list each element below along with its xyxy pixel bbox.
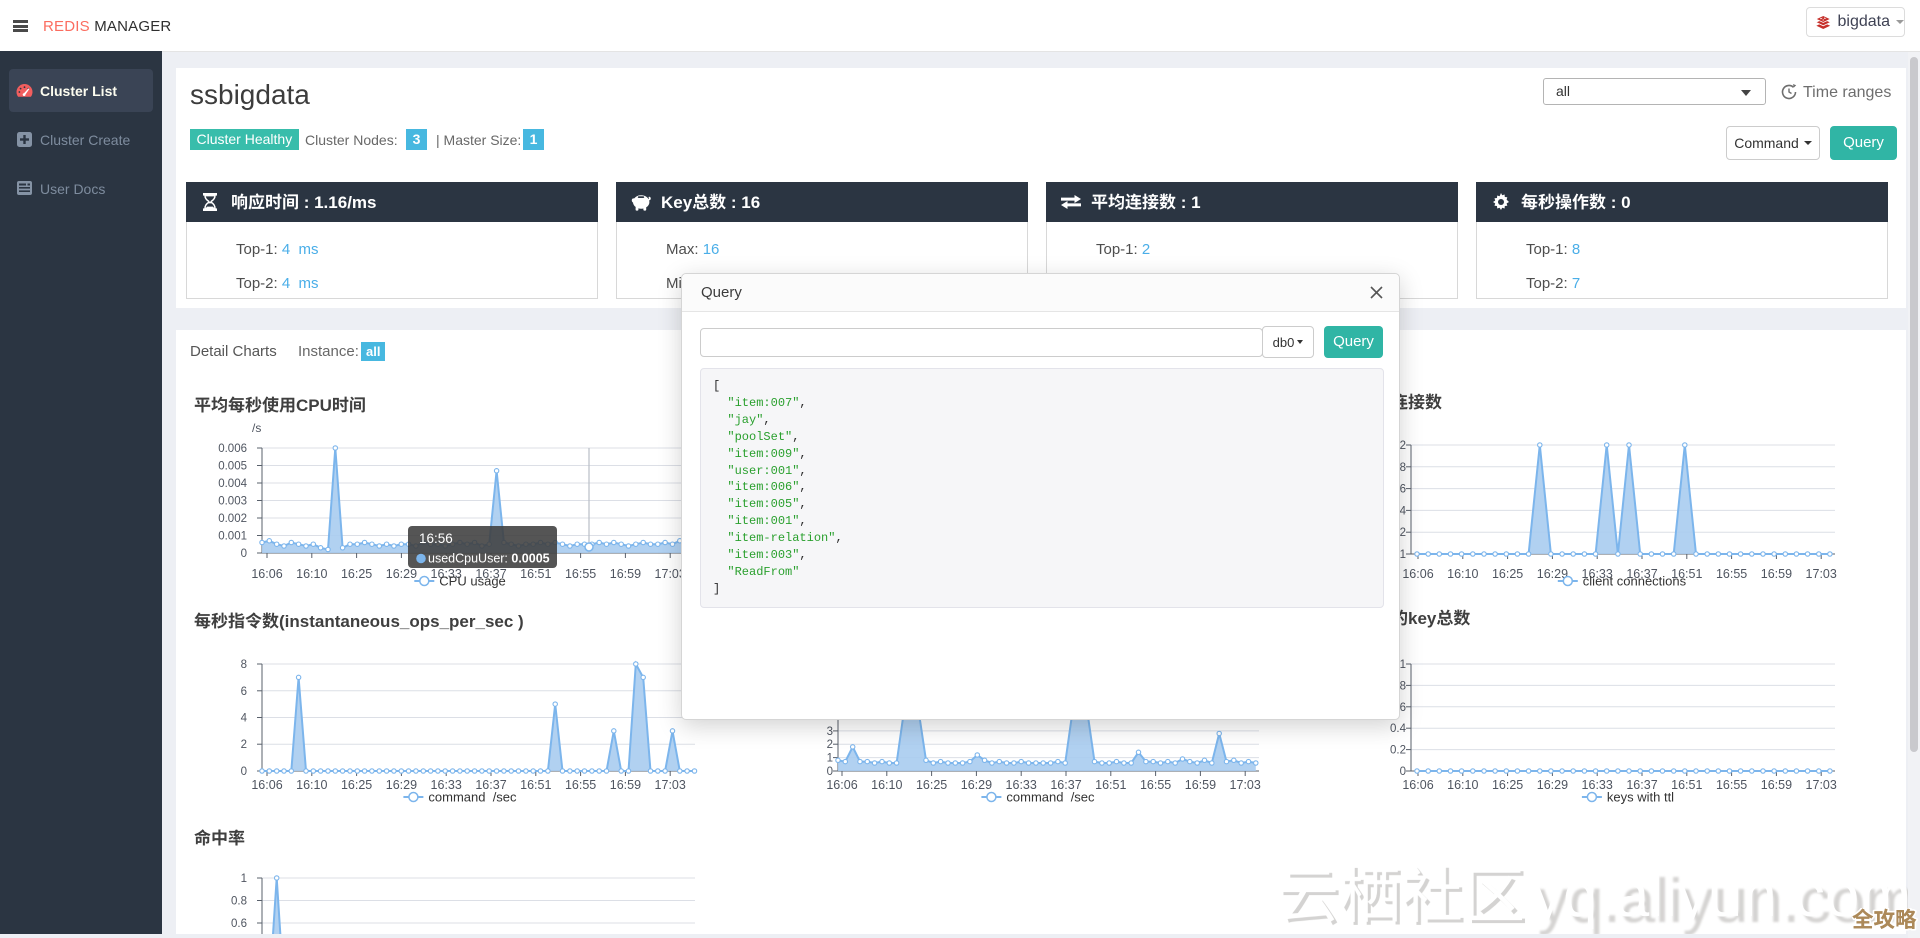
svg-text:16:29: 16:29	[1537, 778, 1568, 792]
svg-text:0.6: 0.6	[231, 918, 247, 930]
svg-text:16:51: 16:51	[1671, 778, 1702, 792]
svg-text:16:25: 16:25	[341, 567, 372, 581]
svg-text:0.4: 0.4	[1390, 723, 1407, 735]
svg-text:8: 8	[241, 659, 247, 671]
svg-text:16:06: 16:06	[1402, 778, 1433, 792]
svg-text:: 16: : 16	[726, 193, 760, 212]
svg-text:2: 2	[241, 739, 247, 751]
svg-text:16:59: 16:59	[610, 778, 641, 792]
svg-text:CPU usage: CPU usage	[439, 574, 505, 589]
svg-text:16:06: 16:06	[251, 778, 282, 792]
svg-text:: 1: : 1	[1176, 193, 1201, 212]
svg-text:16:06: 16:06	[1402, 567, 1433, 581]
svg-text:0: 0	[1400, 766, 1406, 778]
svg-text:16:06: 16:06	[826, 778, 857, 792]
svg-text:16:55: 16:55	[1140, 778, 1171, 792]
svg-text:16:10: 16:10	[296, 778, 327, 792]
svg-text:6: 6	[241, 686, 247, 698]
svg-text:0: 0	[241, 766, 247, 778]
svg-text:keys with ttl: keys with ttl	[1607, 790, 1674, 805]
svg-text:3: 3	[827, 726, 833, 738]
svg-text:16:56: 16:56	[419, 531, 453, 546]
svg-text:0.002: 0.002	[218, 513, 247, 525]
svg-text:1: 1	[1400, 549, 1406, 561]
svg-text:0: 0	[827, 766, 833, 778]
svg-text:: 1.16/ms: : 1.16/ms	[299, 193, 377, 212]
svg-text:16:06: 16:06	[251, 567, 282, 581]
svg-text:16:10: 16:10	[1447, 567, 1478, 581]
svg-text:1: 1	[241, 873, 247, 885]
svg-text:16:25: 16:25	[1492, 778, 1523, 792]
svg-text:1: 1	[827, 753, 833, 765]
svg-text:/s: /s	[252, 421, 261, 435]
svg-text:16:10: 16:10	[1447, 778, 1478, 792]
svg-text:16:29: 16:29	[386, 567, 417, 581]
svg-text:16:29: 16:29	[386, 778, 417, 792]
svg-text:16:55: 16:55	[565, 778, 596, 792]
svg-text:2: 2	[1400, 440, 1406, 452]
svg-text:16:25: 16:25	[341, 778, 372, 792]
svg-text:(instantaneous_ops_per_sec ): (instantaneous_ops_per_sec )	[279, 612, 524, 631]
svg-text:1: 1	[1400, 659, 1406, 671]
svg-text:16:10: 16:10	[871, 778, 902, 792]
svg-text:0.2: 0.2	[1390, 745, 1406, 757]
svg-text:16:55: 16:55	[1716, 778, 1747, 792]
svg-text:16:29: 16:29	[961, 778, 992, 792]
svg-text:key: key	[1408, 609, 1437, 628]
svg-text:17:03: 17:03	[655, 778, 686, 792]
svg-text:4: 4	[241, 713, 248, 725]
svg-text:2: 2	[827, 739, 833, 751]
svg-text:16:25: 16:25	[916, 778, 947, 792]
svg-text:16:51: 16:51	[1095, 778, 1126, 792]
svg-text:17:03: 17:03	[1806, 778, 1837, 792]
svg-text:usedCpuUser: 0.0005: usedCpuUser: 0.0005	[428, 552, 550, 566]
svg-text:Key: Key	[661, 193, 693, 212]
svg-text:client connections: client connections	[1583, 574, 1687, 589]
svg-text:17:03: 17:03	[1806, 567, 1837, 581]
svg-text:16:55: 16:55	[565, 567, 596, 581]
svg-text:0.006: 0.006	[218, 443, 247, 455]
svg-text:CPU: CPU	[296, 396, 332, 415]
svg-text:16:25: 16:25	[1492, 567, 1523, 581]
svg-text:16:59: 16:59	[610, 567, 641, 581]
svg-text:0.005: 0.005	[218, 461, 247, 473]
svg-text:16:51: 16:51	[520, 567, 551, 581]
svg-text:0.001: 0.001	[218, 531, 247, 543]
svg-text:0.8: 0.8	[231, 896, 247, 908]
svg-text:16:59: 16:59	[1761, 567, 1792, 581]
svg-text:0.004: 0.004	[218, 478, 247, 490]
svg-text:16:55: 16:55	[1716, 567, 1747, 581]
svg-text:command /sec: command /sec	[428, 790, 517, 805]
svg-text:16:59: 16:59	[1185, 778, 1216, 792]
svg-text:command /sec: command /sec	[1006, 790, 1095, 805]
svg-text:17:03: 17:03	[1230, 778, 1261, 792]
svg-text:0.003: 0.003	[218, 496, 247, 508]
svg-text:16:51: 16:51	[520, 778, 551, 792]
svg-text:16:59: 16:59	[1761, 778, 1792, 792]
svg-text:: 0: : 0	[1606, 193, 1631, 212]
svg-text:0: 0	[241, 548, 247, 560]
svg-text:16:10: 16:10	[296, 567, 327, 581]
